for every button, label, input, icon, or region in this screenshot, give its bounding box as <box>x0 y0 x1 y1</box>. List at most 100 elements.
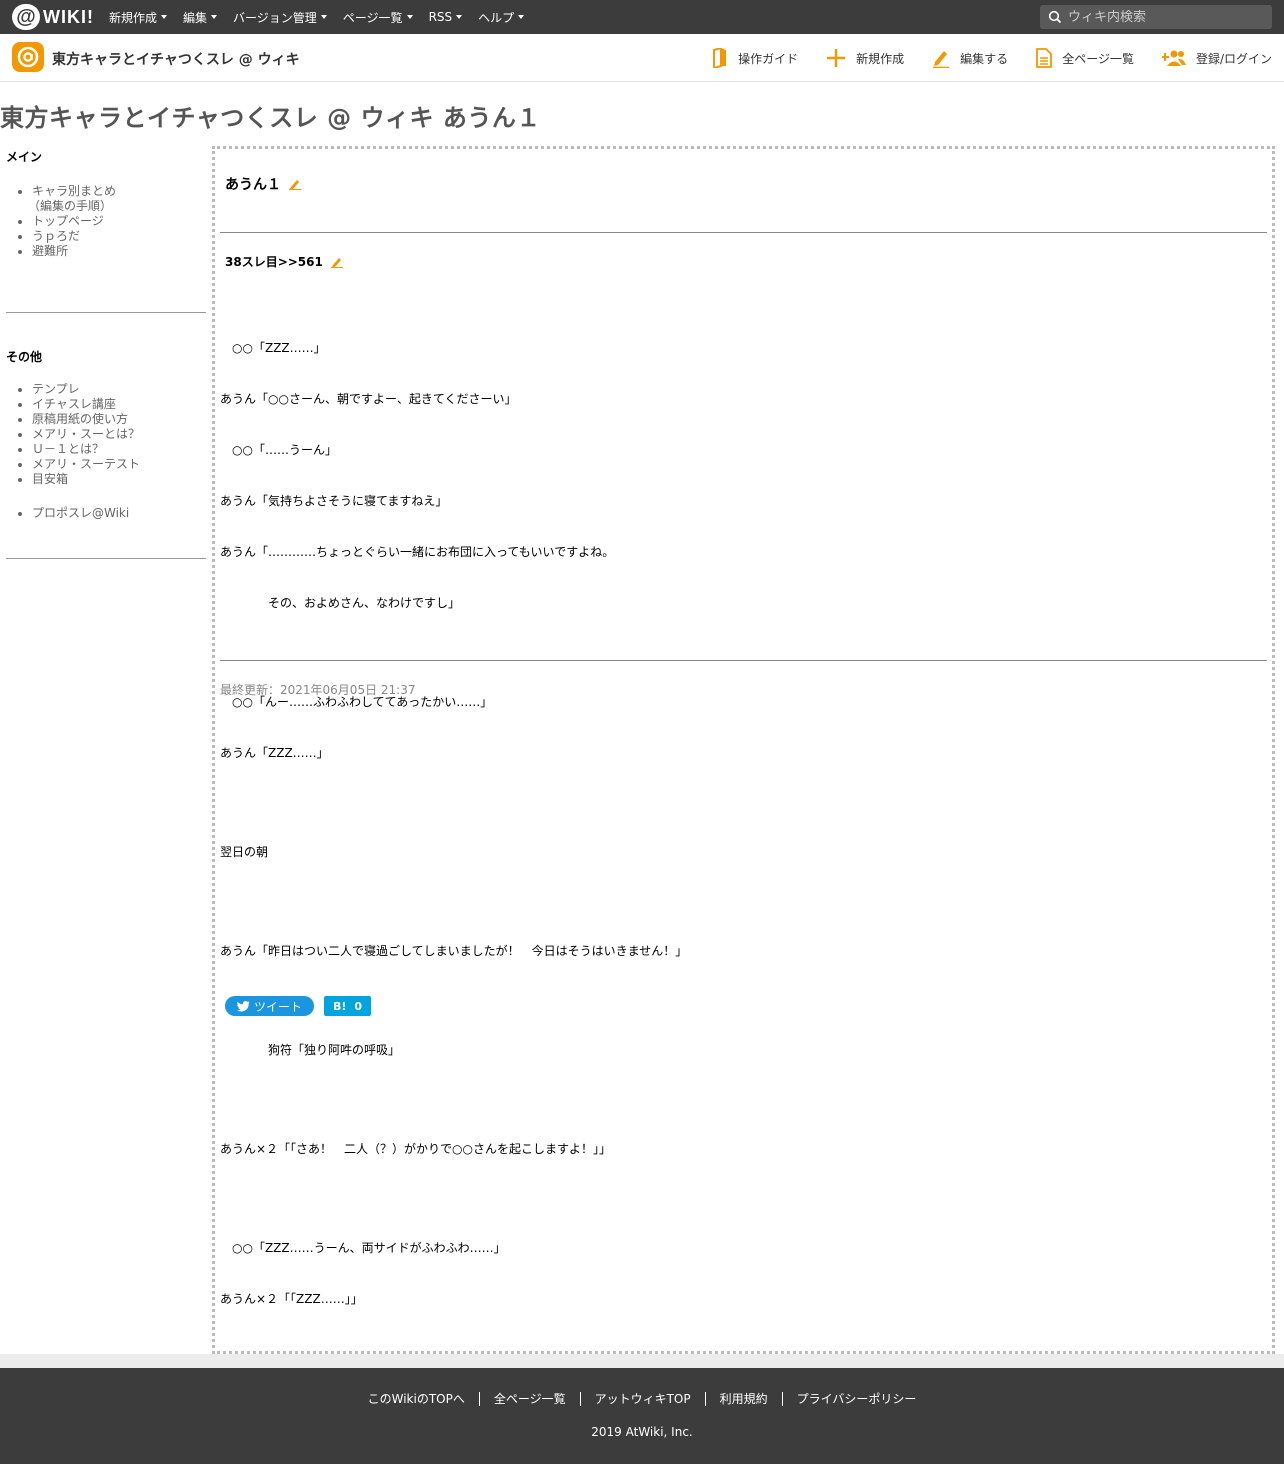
sidebar-item-marysue-test[interactable]: メアリ・スーテスト <box>32 457 206 472</box>
story-line: 狗符「独り阿吽の呼吸」 <box>220 1043 401 1057</box>
story-line: ○○「ZZZ……うーん、両サイドがふわふわ……」 <box>220 1241 506 1255</box>
atwiki-logo[interactable]: @ WIKI! <box>12 4 94 30</box>
edit-pencil-icon[interactable] <box>289 178 301 190</box>
sidebar-item-manuscript[interactable]: 原稿用紙の使い方 <box>32 412 206 427</box>
create-link[interactable]: 新規作成 <box>826 48 904 68</box>
menu-new[interactable]: 新規作成 <box>109 9 168 26</box>
sidebar-main-list: キャラ別まとめ（編集の手順） トップページ うｐろだ 避難所 <box>28 184 206 259</box>
sidebar-item-uploader[interactable]: うｐろだ <box>32 229 206 244</box>
story-line: ○○「……うーん」 <box>220 443 337 457</box>
sidebar-item-lecture[interactable]: イチャスレ講座 <box>32 397 206 412</box>
footer-links: このWikiのTOPへ 全ページ一覧 アットウィキTOP 利用規約 プライバシー… <box>0 1392 1284 1406</box>
story-line: あうん「ZZZ……」 <box>220 746 329 760</box>
add-user-icon <box>1161 50 1186 66</box>
menu-help-label: ヘルプ <box>478 10 515 25</box>
content-divider <box>220 660 1267 661</box>
pencil-icon <box>933 51 950 68</box>
tweet-button[interactable]: ツイート <box>225 996 314 1016</box>
edit-pencil-icon[interactable] <box>330 256 343 268</box>
sidebar-extra-list: プロポスレ@Wiki <box>32 506 206 521</box>
story-text: ○○「ZZZ……」 あうん「○○さーん、朝ですよー、起きてくださーい」 ○○「…… <box>220 306 687 1342</box>
menu-help[interactable]: ヘルプ <box>478 9 525 26</box>
story-line: あうん「○○さーん、朝ですよー、起きてくださーい」 <box>220 392 517 406</box>
login-link[interactable]: 登録/ログイン <box>1161 49 1272 67</box>
story-line: あうん「昨日はつい二人で寝過ごしてしまいましたが！ 今日はそうはいきません！」 <box>220 944 688 958</box>
section-heading-text: あうん１ <box>225 177 281 193</box>
create-label: 新規作成 <box>856 51 905 66</box>
copyright: 2019 AtWiki, Inc. <box>591 1425 693 1439</box>
tweet-label: ツイート <box>253 999 302 1014</box>
wiki-header: 東方キャラとイチャつくスレ @ ウィキ 操作ガイド 新規作成 編集する 全ページ… <box>0 34 1284 82</box>
guide-label: 操作ガイド <box>738 51 799 66</box>
hatena-icon: B! <box>332 999 347 1013</box>
wiki-logo-icon[interactable] <box>12 42 44 72</box>
menu-pages[interactable]: ページ一覧 <box>343 9 413 26</box>
menu-version-label: バージョン管理 <box>233 10 317 25</box>
sidebar-item-marysue[interactable]: メアリ・スーとは？ <box>32 427 206 442</box>
footer-link-wiki-top[interactable]: このWikiのTOPへ <box>354 1392 479 1406</box>
sidebar-main-heading: メイン <box>6 150 43 164</box>
sidebar-item-box[interactable]: 目安箱 <box>32 472 206 487</box>
main-content: あうん１ 38スレ目>>561 ○○「ZZZ……」 あうん「○○さーん、朝ですよ… <box>212 146 1275 1354</box>
menu-rss[interactable]: RSS <box>429 10 463 24</box>
story-line: 翌日の朝 <box>220 845 269 859</box>
twitter-bird-icon <box>236 1000 250 1011</box>
story-line: あうん×２「「ZZZ……」」 <box>220 1292 363 1306</box>
story-line: あうん「気持ちよさそうに寝てますねえ」 <box>220 494 448 508</box>
footer-link-terms[interactable]: 利用規約 <box>704 1392 782 1406</box>
sidebar-item-template[interactable]: テンプレ <box>32 382 206 397</box>
story-line: あうん×２「「さあ！ 二人（？）がかりで○○さんを起こしますよ！」」 <box>220 1142 611 1156</box>
sidebar-item-u1[interactable]: Ｕ－１とは？ <box>32 442 206 457</box>
menu-rss-label: RSS <box>428 10 453 24</box>
header-nav: 操作ガイド 新規作成 編集する 全ページ一覧 登録/ログイン <box>684 34 1272 82</box>
menu-edit[interactable]: 編集 <box>183 9 218 26</box>
sidebar-item-propose[interactable]: プロポスレ@Wiki <box>32 506 206 521</box>
document-icon <box>1036 48 1053 68</box>
menu-new-label: 新規作成 <box>109 10 158 25</box>
chevron-down-icon <box>211 15 218 19</box>
chevron-down-icon <box>406 15 413 19</box>
all-pages-label: 全ページ一覧 <box>1062 51 1134 66</box>
sidebar: メイン キャラ別まとめ（編集の手順） トップページ うｐろだ 避難所 その他 テ… <box>6 148 206 559</box>
top-bar: @ WIKI! 新規作成 編集 バージョン管理 ページ一覧 RSS ヘルプ <box>0 0 1284 34</box>
edit-link[interactable]: 編集する <box>932 48 1008 68</box>
page-title: 東方キャラとイチャつくスレ @ ウィキ あうん１ <box>0 104 541 132</box>
sidebar-item-refuge[interactable]: 避難所 <box>32 244 206 259</box>
sidebar-item-note[interactable]: （編集の手順） <box>28 199 206 214</box>
subsection-heading-text: 38スレ目>>561 <box>225 255 323 269</box>
search-input[interactable] <box>1068 9 1268 25</box>
footer-link-all-pages[interactable]: 全ページ一覧 <box>478 1392 580 1406</box>
footer-link-atwiki-top[interactable]: アットウィキTOP <box>579 1392 705 1406</box>
all-pages-link[interactable]: 全ページ一覧 <box>1036 48 1134 68</box>
guide-link[interactable]: 操作ガイド <box>712 48 798 68</box>
share-buttons: ツイート B! 0 <box>225 996 371 1016</box>
top-menu: 新規作成 編集 バージョン管理 ページ一覧 RSS ヘルプ <box>109 0 540 34</box>
hatena-bookmark-button[interactable]: B! 0 <box>324 996 371 1016</box>
menu-pages-label: ページ一覧 <box>342 10 403 25</box>
sidebar-other-list: テンプレ イチャスレ講座 原稿用紙の使い方 メアリ・スーとは？ Ｕ－１とは？ メ… <box>32 382 206 487</box>
sidebar-item-top[interactable]: トップページ <box>32 214 206 229</box>
chevron-down-icon <box>161 15 168 19</box>
sidebar-divider <box>6 312 206 313</box>
sidebar-other-heading: その他 <box>6 350 43 364</box>
sidebar-item-chara[interactable]: キャラ別まとめ（編集の手順） <box>28 184 206 214</box>
menu-version[interactable]: バージョン管理 <box>233 9 327 26</box>
logo-at: @ <box>12 4 40 30</box>
search-box <box>1040 5 1272 29</box>
chevron-down-icon <box>518 15 525 19</box>
story-line: その、およめさん、なわけですし」 <box>220 596 461 610</box>
wiki-title[interactable]: 東方キャラとイチャつくスレ @ ウィキ <box>52 49 300 69</box>
login-label: 登録/ログイン <box>1195 51 1272 66</box>
chevron-down-icon <box>320 15 327 19</box>
sidebar-divider <box>6 558 206 559</box>
content-divider <box>220 232 1267 233</box>
subsection-heading: 38スレ目>>561 <box>225 253 343 270</box>
hatena-count: 0 <box>354 999 363 1013</box>
search-icon <box>1048 10 1062 24</box>
edit-label: 編集する <box>960 51 1009 66</box>
footer-link-privacy[interactable]: プライバシーポリシー <box>781 1392 931 1406</box>
